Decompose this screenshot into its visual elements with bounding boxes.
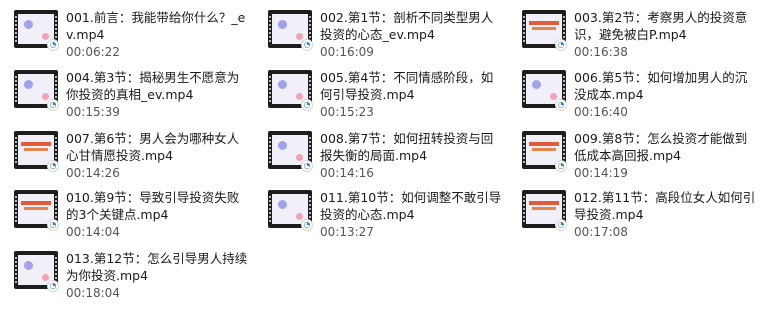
file-info: 002.第1节：剖析不同类型男人投资的心态_ev.mp4 00:16:09 bbox=[320, 9, 505, 60]
file-item[interactable]: ◔ 003.第2节：考察男人的投资意识，避免被白P.mp4 00:16:38 bbox=[508, 6, 779, 66]
file-info: 011.第10节：如何调整不敢引导投资的心态.mp4 00:13:27 bbox=[320, 189, 505, 240]
file-item[interactable]: ◔ 012.第11节：高段位女人如何引导投资.mp4 00:17:08 bbox=[508, 186, 779, 247]
file-info: 004.第3节：揭秘男生不愿意为你投资的真相_ev.mp4 00:15:39 bbox=[66, 69, 251, 120]
file-item[interactable]: ◔ 009.第8节：怎么投资才能做到低成本高回报.mp4 00:14:19 bbox=[508, 127, 779, 186]
file-info: 007.第6节：男人会为哪种女人心甘情愿投资.mp4 00:14:26 bbox=[66, 130, 251, 181]
file-item[interactable]: ◔ 010.第9节：导致引导投资失败的3个关键点.mp4 00:14:04 bbox=[0, 186, 254, 247]
file-name[interactable]: 003.第2节：考察男人的投资意识，避免被白P.mp4 bbox=[574, 9, 759, 43]
file-duration: 00:14:16 bbox=[320, 166, 374, 180]
player-badge-icon: ◔ bbox=[555, 99, 567, 111]
file-info: 013.第12节：怎么引导男人持续为你投资.mp4 00:18:04 bbox=[66, 250, 251, 301]
file-duration: 00:18:04 bbox=[66, 286, 120, 300]
file-name[interactable]: 011.第10节：如何调整不敢引导投资的心态.mp4 bbox=[320, 189, 505, 223]
file-info: 003.第2节：考察男人的投资意识，避免被白P.mp4 00:16:38 bbox=[574, 9, 759, 60]
file-duration: 00:17:08 bbox=[574, 225, 628, 239]
file-item[interactable]: ◔ 006.第5节：如何增加男人的沉没成本.mp4 00:16:40 bbox=[508, 66, 779, 127]
file-duration: 00:14:26 bbox=[66, 166, 120, 180]
player-badge-icon: ◔ bbox=[47, 39, 59, 51]
file-info: 008.第7节：如何扭转投资与回报失衡的局面.mp4 00:14:16 bbox=[320, 130, 505, 181]
file-info: 009.第8节：怎么投资才能做到低成本高回报.mp4 00:14:19 bbox=[574, 130, 759, 181]
player-badge-icon: ◔ bbox=[301, 219, 313, 231]
file-info: 001.前言：我能带给你什么？_ev.mp4 00:06:22 bbox=[66, 9, 251, 60]
file-info: 006.第5节：如何增加男人的沉没成本.mp4 00:16:40 bbox=[574, 69, 759, 120]
player-badge-icon: ◔ bbox=[301, 39, 313, 51]
file-item[interactable]: ◔ 011.第10节：如何调整不敢引导投资的心态.mp4 00:13:27 bbox=[254, 186, 508, 247]
file-item[interactable]: ◔ 001.前言：我能带给你什么？_ev.mp4 00:06:22 bbox=[0, 6, 254, 66]
file-name[interactable]: 004.第3节：揭秘男生不愿意为你投资的真相_ev.mp4 bbox=[66, 69, 251, 103]
file-item[interactable]: ◔ 002.第1节：剖析不同类型男人投资的心态_ev.mp4 00:16:09 bbox=[254, 6, 508, 66]
file-item[interactable]: ◔ 005.第4节：不同情感阶段，如何引导投资.mp4 00:15:23 bbox=[254, 66, 508, 127]
file-name[interactable]: 010.第9节：导致引导投资失败的3个关键点.mp4 bbox=[66, 189, 251, 223]
player-badge-icon: ◔ bbox=[47, 160, 59, 172]
file-name[interactable]: 008.第7节：如何扭转投资与回报失衡的局面.mp4 bbox=[320, 130, 505, 164]
file-name[interactable]: 002.第1节：剖析不同类型男人投资的心态_ev.mp4 bbox=[320, 9, 505, 43]
player-badge-icon: ◔ bbox=[301, 160, 313, 172]
player-badge-icon: ◔ bbox=[47, 99, 59, 111]
file-name[interactable]: 005.第4节：不同情感阶段，如何引导投资.mp4 bbox=[320, 69, 505, 103]
file-info: 012.第11节：高段位女人如何引导投资.mp4 00:17:08 bbox=[574, 189, 759, 240]
file-name[interactable]: 007.第6节：男人会为哪种女人心甘情愿投资.mp4 bbox=[66, 130, 251, 164]
file-duration: 00:15:39 bbox=[66, 105, 120, 119]
file-item[interactable]: ◔ 008.第7节：如何扭转投资与回报失衡的局面.mp4 00:14:16 bbox=[254, 127, 508, 186]
file-name[interactable]: 006.第5节：如何增加男人的沉没成本.mp4 bbox=[574, 69, 759, 103]
file-item[interactable]: ◔ 004.第3节：揭秘男生不愿意为你投资的真相_ev.mp4 00:15:39 bbox=[0, 66, 254, 127]
file-name[interactable]: 001.前言：我能带给你什么？_ev.mp4 bbox=[66, 9, 251, 43]
file-info: 005.第4节：不同情感阶段，如何引导投资.mp4 00:15:23 bbox=[320, 69, 505, 120]
file-name[interactable]: 009.第8节：怎么投资才能做到低成本高回报.mp4 bbox=[574, 130, 759, 164]
file-duration: 00:14:19 bbox=[574, 166, 628, 180]
file-item[interactable]: ◔ 007.第6节：男人会为哪种女人心甘情愿投资.mp4 00:14:26 bbox=[0, 127, 254, 186]
file-info: 010.第9节：导致引导投资失败的3个关键点.mp4 00:14:04 bbox=[66, 189, 251, 240]
player-badge-icon: ◔ bbox=[47, 280, 59, 292]
file-duration: 00:14:04 bbox=[66, 225, 120, 239]
file-item[interactable]: ◔ 013.第12节：怎么引导男人持续为你投资.mp4 00:18:04 bbox=[0, 247, 254, 318]
file-duration: 00:16:09 bbox=[320, 45, 374, 59]
file-name[interactable]: 013.第12节：怎么引导男人持续为你投资.mp4 bbox=[66, 250, 251, 284]
player-badge-icon: ◔ bbox=[301, 99, 313, 111]
player-badge-icon: ◔ bbox=[555, 39, 567, 51]
player-badge-icon: ◔ bbox=[555, 219, 567, 231]
file-duration: 00:13:27 bbox=[320, 225, 374, 239]
player-badge-icon: ◔ bbox=[47, 219, 59, 231]
file-name[interactable]: 012.第11节：高段位女人如何引导投资.mp4 bbox=[574, 189, 759, 223]
file-duration: 00:15:23 bbox=[320, 105, 374, 119]
file-grid: ◔ 001.前言：我能带给你什么？_ev.mp4 00:06:22 ◔ 002.第1节：… bbox=[0, 0, 779, 312]
file-duration: 00:06:22 bbox=[66, 45, 120, 59]
file-duration: 00:16:40 bbox=[574, 105, 628, 119]
player-badge-icon: ◔ bbox=[555, 160, 567, 172]
file-duration: 00:16:38 bbox=[574, 45, 628, 59]
